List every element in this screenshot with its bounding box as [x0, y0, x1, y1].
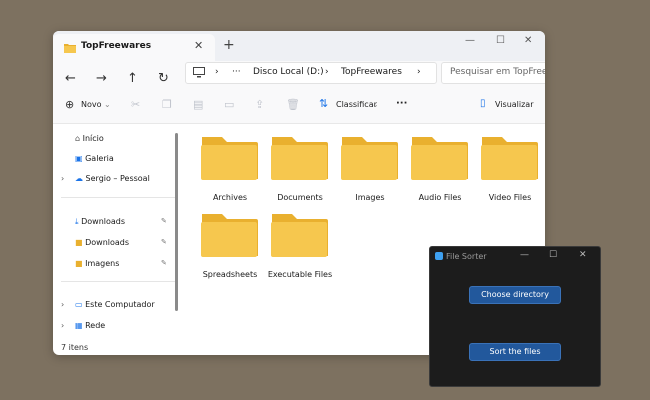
search-input[interactable]: Pesquisar em TopFreewa [441, 62, 545, 84]
chevron-down-icon[interactable]: ⌄ [372, 100, 379, 109]
title-bar: TopFreewares ✕ + — ☐ ✕ [53, 31, 545, 61]
paste-icon[interactable]: ▤ [193, 98, 203, 111]
chevron-right-icon: › [417, 67, 421, 77]
close-window-icon[interactable]: ✕ [524, 35, 532, 46]
maximize-icon[interactable]: ☐ [549, 250, 557, 260]
folder-documents[interactable]: Documents [270, 135, 330, 202]
breadcrumb-folder[interactable]: TopFreewares [341, 67, 402, 77]
refresh-icon[interactable]: ↻ [158, 71, 169, 86]
sidebar-item-rede[interactable]: ▦ Rede [75, 321, 105, 330]
copy-icon[interactable]: ❐ [162, 98, 172, 111]
choose-directory-button[interactable]: Choose directory [469, 286, 561, 304]
computer-icon: ▭ [75, 300, 83, 309]
tab-topfreewares[interactable]: TopFreewares ✕ [53, 34, 215, 61]
gallery-icon: ▣ [75, 154, 83, 163]
divider [61, 281, 176, 282]
sidebar-item-label: Início [82, 134, 104, 143]
folder-label: Video Files [488, 193, 532, 202]
home-icon: ⌂ [75, 134, 81, 143]
sidebar-item-label: Downloads [81, 217, 126, 226]
chevron-right-icon: › [215, 67, 219, 77]
sidebar-item-label: Este Computador [85, 300, 155, 309]
sidebar-item-galeria[interactable]: ▣ Galeria [75, 154, 114, 163]
minimize-icon[interactable]: — [520, 250, 529, 260]
close-icon[interactable]: ✕ [194, 39, 203, 52]
share-icon[interactable]: ⇪ [255, 98, 264, 111]
breadcrumb-drive[interactable]: Disco Local (D:) [253, 67, 324, 77]
pin-icon[interactable]: ✎ [161, 259, 167, 267]
new-button[interactable]: Novo [81, 100, 102, 109]
chevron-right-icon: › [325, 67, 329, 77]
minimize-icon[interactable]: — [465, 35, 475, 46]
file-sorter-window: File Sorter — ☐ ✕ Choose directory Sort … [429, 246, 601, 387]
sidebar-item-onedrive[interactable]: ☁ Sergio – Pessoal [75, 174, 150, 183]
sidebar-item-label: Rede [85, 321, 106, 330]
sidebar-item-imagens[interactable]: ■ Imagens [75, 259, 119, 268]
delete-icon[interactable]: 🗑 [286, 98, 300, 111]
sidebar-item-label: Downloads [85, 238, 130, 247]
onedrive-icon: ☁ [75, 174, 83, 183]
folder-icon: ■ [75, 259, 83, 268]
window-title: File Sorter [446, 252, 487, 261]
sidebar-item-este-computador[interactable]: ▭ Este Computador [75, 300, 155, 309]
forward-arrow-icon[interactable]: → [96, 71, 107, 86]
close-icon[interactable]: ✕ [579, 250, 587, 260]
sidebar-item-downloads-folder[interactable]: ■ Downloads [75, 238, 129, 247]
breadcrumb-overflow[interactable]: ··· [232, 67, 241, 77]
chevron-down-icon[interactable]: ⌄ [104, 100, 111, 109]
cut-icon[interactable]: ✂ [131, 98, 140, 111]
pin-icon[interactable]: ✎ [161, 217, 167, 225]
divider [61, 197, 176, 198]
folder-executable-files[interactable]: Executable Files [268, 212, 332, 279]
folder-video-files[interactable]: Video Files [480, 135, 540, 202]
command-bar: ⊕ Novo ⌄ ✂ ❐ ▤ ▭ ⇪ 🗑 ⇅ Classificar ⌄ ···… [53, 89, 545, 124]
sort-icon[interactable]: ⇅ [319, 97, 328, 110]
plus-icon[interactable]: ⊕ [65, 98, 74, 111]
status-bar-count: 7 itens [61, 343, 89, 352]
back-arrow-icon[interactable]: ← [65, 71, 76, 86]
folder-icon [481, 137, 538, 180]
sidebar-item-downloads[interactable]: ⤓ Downloads [75, 217, 125, 227]
sidebar-item-label: Galeria [85, 154, 114, 163]
more-options-button[interactable]: ··· [396, 98, 407, 109]
sidebar-scrollbar[interactable] [175, 133, 178, 311]
folder-icon: ■ [75, 238, 83, 247]
up-arrow-icon[interactable]: ↑ [127, 71, 138, 86]
folder-label: Executable Files [267, 270, 333, 279]
folder-icon [411, 137, 468, 180]
download-icon: ⤓ [75, 217, 79, 226]
sort-button[interactable]: Classificar [336, 100, 377, 109]
view-button[interactable]: Visualizar [495, 100, 534, 109]
folder-icon [201, 137, 258, 180]
network-icon: ▦ [75, 321, 83, 330]
folder-icon [271, 137, 328, 180]
folder-spreadsheets[interactable]: Spreadsheets [200, 212, 260, 279]
tab-label: TopFreewares [81, 41, 152, 51]
chevron-right-icon[interactable]: › [61, 300, 64, 309]
pin-icon[interactable]: ✎ [161, 238, 167, 246]
chevron-right-icon[interactable]: › [61, 321, 64, 330]
navigation-pane: ⌂ Início ▣ Galeria › ☁ Sergio – Pessoal … [53, 124, 181, 342]
maximize-icon[interactable]: ☐ [496, 35, 505, 46]
sidebar-item-label: Sergio – Pessoal [85, 174, 150, 183]
sidebar-item-inicio[interactable]: ⌂ Início [75, 134, 104, 143]
app-icon [435, 252, 443, 260]
rename-icon[interactable]: ▭ [224, 98, 234, 111]
preview-pane-icon[interactable]: ▯ [480, 98, 486, 109]
sidebar-item-label: Imagens [85, 259, 120, 268]
folder-icon [201, 214, 258, 257]
folder-archives[interactable]: Archives [200, 135, 260, 202]
sort-files-button[interactable]: Sort the files [469, 343, 561, 361]
folder-images[interactable]: Images [340, 135, 400, 202]
search-placeholder: Pesquisar em TopFreewa [450, 67, 545, 77]
folder-icon [271, 214, 328, 257]
folder-audio-files[interactable]: Audio Files [410, 135, 470, 202]
monitor-icon [193, 67, 205, 78]
address-bar[interactable]: › ··· Disco Local (D:) › TopFreewares › [185, 62, 437, 84]
folder-icon [64, 44, 76, 53]
new-tab-button[interactable]: + [223, 37, 235, 53]
folder-icon [341, 137, 398, 180]
chevron-right-icon[interactable]: › [61, 174, 64, 183]
